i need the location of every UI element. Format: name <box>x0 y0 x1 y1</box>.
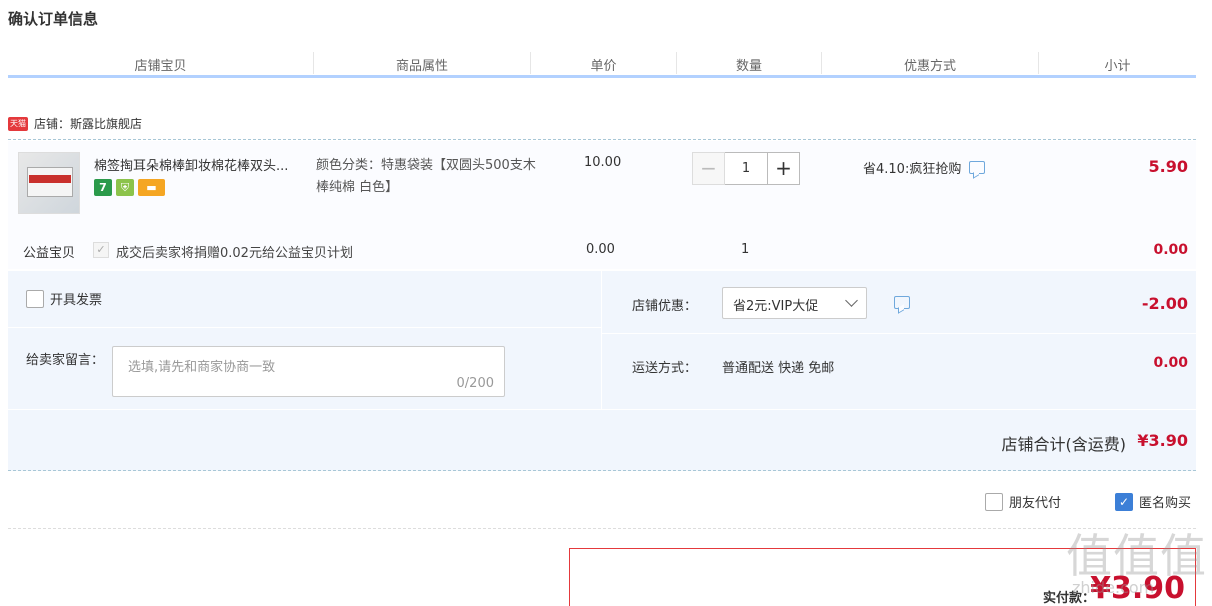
invoice-checkbox[interactable] <box>26 289 44 308</box>
header-price: 单价 <box>531 52 677 74</box>
charity-price: 0.00 <box>586 242 615 257</box>
item-subtotal: 5.90 <box>1148 157 1188 176</box>
memo-textarea[interactable]: 选填,请先和商家协商一致 0/200 <box>112 346 505 397</box>
header-subtotal: 小计 <box>1104 59 1131 74</box>
discount-select[interactable]: 省2元:VIP大促 <box>722 287 867 319</box>
charity-checkbox: ✓ <box>93 242 109 258</box>
shop-total-value: ¥3.90 <box>1137 431 1188 450</box>
memo-placeholder: 选填,请先和商家协商一致 <box>128 360 276 375</box>
product-title-link[interactable]: 棉签掏耳朵棉棒卸妆棉花棒双头... <box>94 155 309 174</box>
order-options: 开具发票 给卖家留言： 选填,请先和商家协商一致 0/200 店铺优惠： 省2元… <box>8 271 1196 409</box>
shop-name-link[interactable]: 店铺：斯露比旗舰店 <box>34 115 142 132</box>
comment-icon[interactable] <box>969 161 986 174</box>
unit-price: 10.00 <box>584 155 622 170</box>
promotion-text: 省4.10:疯狂抢购 <box>863 162 962 177</box>
guarantee-icon[interactable]: ⛨ <box>116 179 134 196</box>
memo-char-count: 0/200 <box>456 376 494 391</box>
discount-label: 店铺优惠： <box>632 299 698 314</box>
invoice-option[interactable]: 开具发票 <box>26 289 102 308</box>
charity-label: 公益宝贝 <box>23 246 76 261</box>
shipping-amount: 0.00 <box>1153 355 1188 371</box>
discount-amount: -2.00 <box>1141 294 1188 313</box>
product-badges: 7 ⛨ ▬ <box>94 179 165 196</box>
tmall-icon: 天猫 <box>8 116 28 131</box>
friend-pay-checkbox[interactable] <box>985 492 1003 511</box>
quantity-input[interactable] <box>725 152 767 185</box>
charity-subtotal: 0.00 <box>1153 242 1188 258</box>
promotion: 省4.10:疯狂抢购 <box>863 158 986 177</box>
shop-total-label: 店铺合计(含运费) <box>1001 435 1127 454</box>
invoice-label: 开具发票 <box>50 293 103 308</box>
header-attribute: 商品属性 <box>314 52 531 74</box>
credit-card-icon[interactable]: ▬ <box>138 179 165 196</box>
anonymous-checkbox[interactable]: ✓ <box>1115 492 1133 511</box>
shop-total: 店铺合计(含运费) ¥3.90 <box>8 410 1196 471</box>
shipping-method: 普通配送 快递 免邮 <box>722 361 835 376</box>
product-thumbnail[interactable] <box>18 152 80 214</box>
watermark-url: zhide.com <box>1072 578 1155 597</box>
shipping-label: 运送方式： <box>632 361 698 376</box>
charity-quantity: 1 <box>741 242 750 257</box>
item-row: 棉签掏耳朵棉棒卸妆棉花棒双头... 7 ⛨ ▬ 颜色分类：特惠袋装【双圆头500… <box>8 141 1196 269</box>
memo-label: 给卖家留言： <box>26 353 105 368</box>
quantity-decrease-button[interactable]: − <box>692 152 725 185</box>
seven-day-return-icon[interactable]: 7 <box>94 179 112 196</box>
shop-row: 天猫 店铺：斯露比旗舰店 <box>8 108 1196 140</box>
quantity-stepper: − + <box>692 152 800 185</box>
anonymous-option[interactable]: ✓ 匿名购买 <box>1115 492 1191 511</box>
table-header: 店铺宝贝 商品属性 单价 数量 优惠方式 小计 <box>8 52 1196 78</box>
discount-selected: 省2元:VIP大促 <box>733 299 819 314</box>
quantity-increase-button[interactable]: + <box>767 152 800 185</box>
watermark: 值值值 <box>1066 529 1207 583</box>
header-quantity: 数量 <box>677 52 822 74</box>
page-title: 确认订单信息 <box>8 10 99 28</box>
product-attribute: 颜色分类：特惠袋装【双圆头500支木棒纯棉 白色】 <box>316 158 536 195</box>
divider <box>8 528 1196 529</box>
charity-text: 成交后卖家将捐赠0.02元给公益宝贝计划 <box>116 246 353 261</box>
chevron-down-icon <box>845 294 858 307</box>
friend-pay-label: 朋友代付 <box>1009 496 1062 511</box>
header-shop-item: 店铺宝贝 <box>8 52 314 74</box>
anonymous-label: 匿名购买 <box>1139 496 1192 511</box>
discount-comment-icon[interactable] <box>894 296 910 309</box>
friend-pay-option[interactable]: 朋友代付 <box>985 492 1061 511</box>
header-promotion: 优惠方式 <box>822 52 1039 74</box>
